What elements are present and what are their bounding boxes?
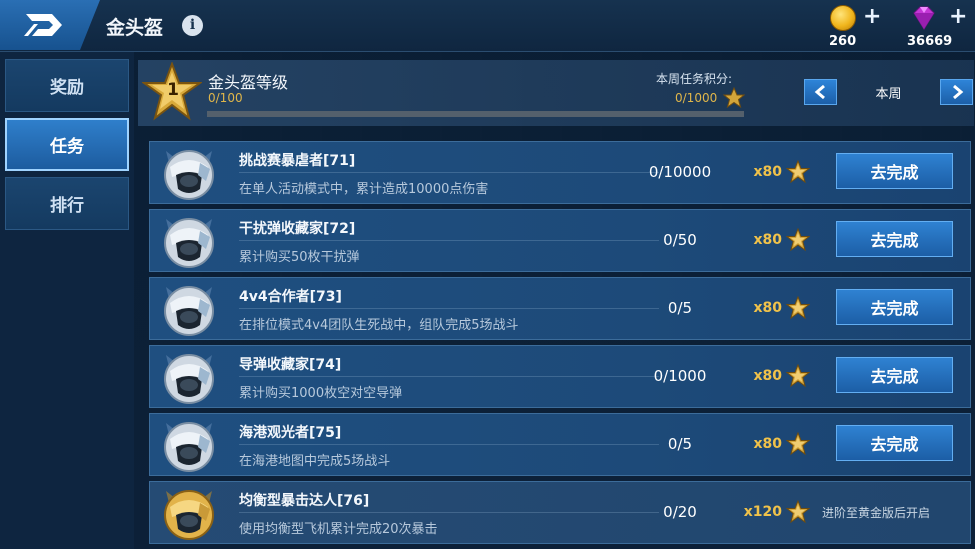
reward-star-icon — [786, 364, 810, 388]
top-bar: 金头盔 i + 260 + 36669 — [0, 0, 975, 52]
level-rank: 1 — [167, 80, 179, 100]
task-row: 挑战赛暴虐者[71] 在单人活动模式中，累计造成10000点伤害 0/10000… — [149, 141, 971, 204]
week-selector-label: 本周 — [875, 87, 902, 102]
weekly-points-label: 本周任务积分: — [656, 72, 733, 86]
add-gem-button[interactable]: + — [949, 6, 967, 28]
task-reward: x120 — [743, 504, 782, 520]
task-name: 均衡型暴击达人[76] — [239, 493, 370, 509]
chevron-right-icon — [952, 84, 963, 100]
sidebar-item-ranking[interactable]: 排行 — [5, 177, 129, 230]
gold-helmet-icon — [160, 485, 218, 542]
gold-currency: + 260 — [829, 5, 890, 49]
task-progress: 0/10000 — [648, 163, 712, 181]
silver-helmet-icon — [160, 145, 218, 202]
task-divider — [239, 444, 659, 445]
task-row: 海港观光者[75] 在海港地图中完成5场战斗 0/5 x80 去完成 — [149, 413, 971, 476]
task-description: 在排位模式4v4团队生死战中，组队完成5场战斗 — [239, 318, 519, 333]
task-name: 挑战赛暴虐者[71] — [239, 153, 356, 169]
add-gold-button[interactable]: + — [863, 6, 881, 28]
task-row: 导弹收藏家[74] 累计购买1000枚空对空导弹 0/1000 x80 去完成 — [149, 345, 971, 408]
gold-value: 260 — [829, 34, 857, 49]
task-reward: x80 — [753, 300, 782, 316]
task-row: 干扰弹收藏家[72] 累计购买50枚干扰弹 0/50 x80 去完成 — [149, 209, 971, 272]
next-week-button[interactable] — [940, 79, 973, 105]
sidebar-item-tasks[interactable]: 任务 — [5, 118, 129, 171]
task-name: 4v4合作者[73] — [239, 289, 342, 305]
task-divider — [239, 172, 659, 173]
task-reward: x80 — [753, 164, 782, 180]
task-name: 干扰弹收藏家[72] — [239, 221, 356, 237]
purple-gem-icon — [913, 6, 935, 30]
go-complete-button[interactable]: 去完成 — [836, 153, 953, 189]
go-complete-button[interactable]: 去完成 — [836, 425, 953, 461]
task-name: 导弹收藏家[74] — [239, 357, 342, 373]
weekly-points-value: 0/1000 — [675, 91, 718, 105]
task-row: 4v4合作者[73] 在排位模式4v4团队生死战中，组队完成5场战斗 0/5 x… — [149, 277, 971, 340]
silver-helmet-icon — [160, 213, 218, 270]
task-divider — [239, 308, 659, 309]
gold-coin-icon — [830, 5, 856, 31]
info-icon[interactable]: i — [182, 15, 203, 36]
page-title: 金头盔 — [106, 17, 164, 39]
task-description: 使用均衡型飞机累计完成20次暴击 — [239, 522, 438, 537]
task-reward: x80 — [753, 232, 782, 248]
task-description: 在海港地图中完成5场战斗 — [239, 454, 391, 469]
level-title: 金头盔等级 — [208, 73, 289, 92]
go-complete-button[interactable]: 去完成 — [836, 357, 953, 393]
go-complete-button[interactable]: 去完成 — [836, 289, 953, 325]
chevron-left-icon — [814, 84, 825, 100]
level-progress-bar — [207, 111, 744, 117]
back-button[interactable] — [0, 0, 100, 50]
task-progress: 0/20 — [663, 503, 697, 521]
task-row: 均衡型暴击达人[76] 使用均衡型飞机累计完成20次暴击 0/20 x120 进… — [149, 481, 971, 544]
task-description: 累计购买50枚干扰弹 — [239, 250, 360, 265]
task-progress: 0/1000 — [653, 367, 707, 385]
task-reward: x80 — [753, 436, 782, 452]
silver-helmet-icon — [160, 281, 218, 338]
back-logo-icon — [24, 14, 62, 36]
reward-star-icon — [786, 500, 810, 524]
locked-status-text: 进阶至黄金版后开启 — [822, 506, 931, 520]
task-description: 累计购买1000枚空对空导弹 — [239, 386, 403, 401]
reward-star-icon — [786, 432, 810, 456]
task-progress: 0/5 — [667, 299, 693, 317]
gem-currency: + 36669 — [907, 5, 972, 50]
reward-star-icon — [786, 228, 810, 252]
week-selector: 本周 — [804, 79, 973, 105]
task-description: 在单人活动模式中，累计造成10000点伤害 — [239, 182, 489, 197]
task-progress: 0/50 — [663, 231, 697, 249]
silver-helmet-icon — [160, 349, 218, 406]
task-progress: 0/5 — [667, 435, 693, 453]
weekly-points-star-icon — [723, 87, 745, 109]
silver-helmet-icon — [160, 417, 218, 474]
level-progress-text: 0/100 — [208, 91, 243, 105]
task-reward: x80 — [753, 368, 782, 384]
task-divider — [239, 240, 659, 241]
sidebar-item-rewards[interactable]: 奖励 — [5, 59, 129, 112]
task-divider — [239, 512, 659, 513]
task-name: 海港观光者[75] — [239, 425, 342, 441]
prev-week-button[interactable] — [804, 79, 837, 105]
gem-value: 36669 — [907, 34, 953, 49]
go-complete-button[interactable]: 去完成 — [836, 221, 953, 257]
reward-star-icon — [786, 296, 810, 320]
reward-star-icon — [786, 160, 810, 184]
task-divider — [239, 376, 659, 377]
